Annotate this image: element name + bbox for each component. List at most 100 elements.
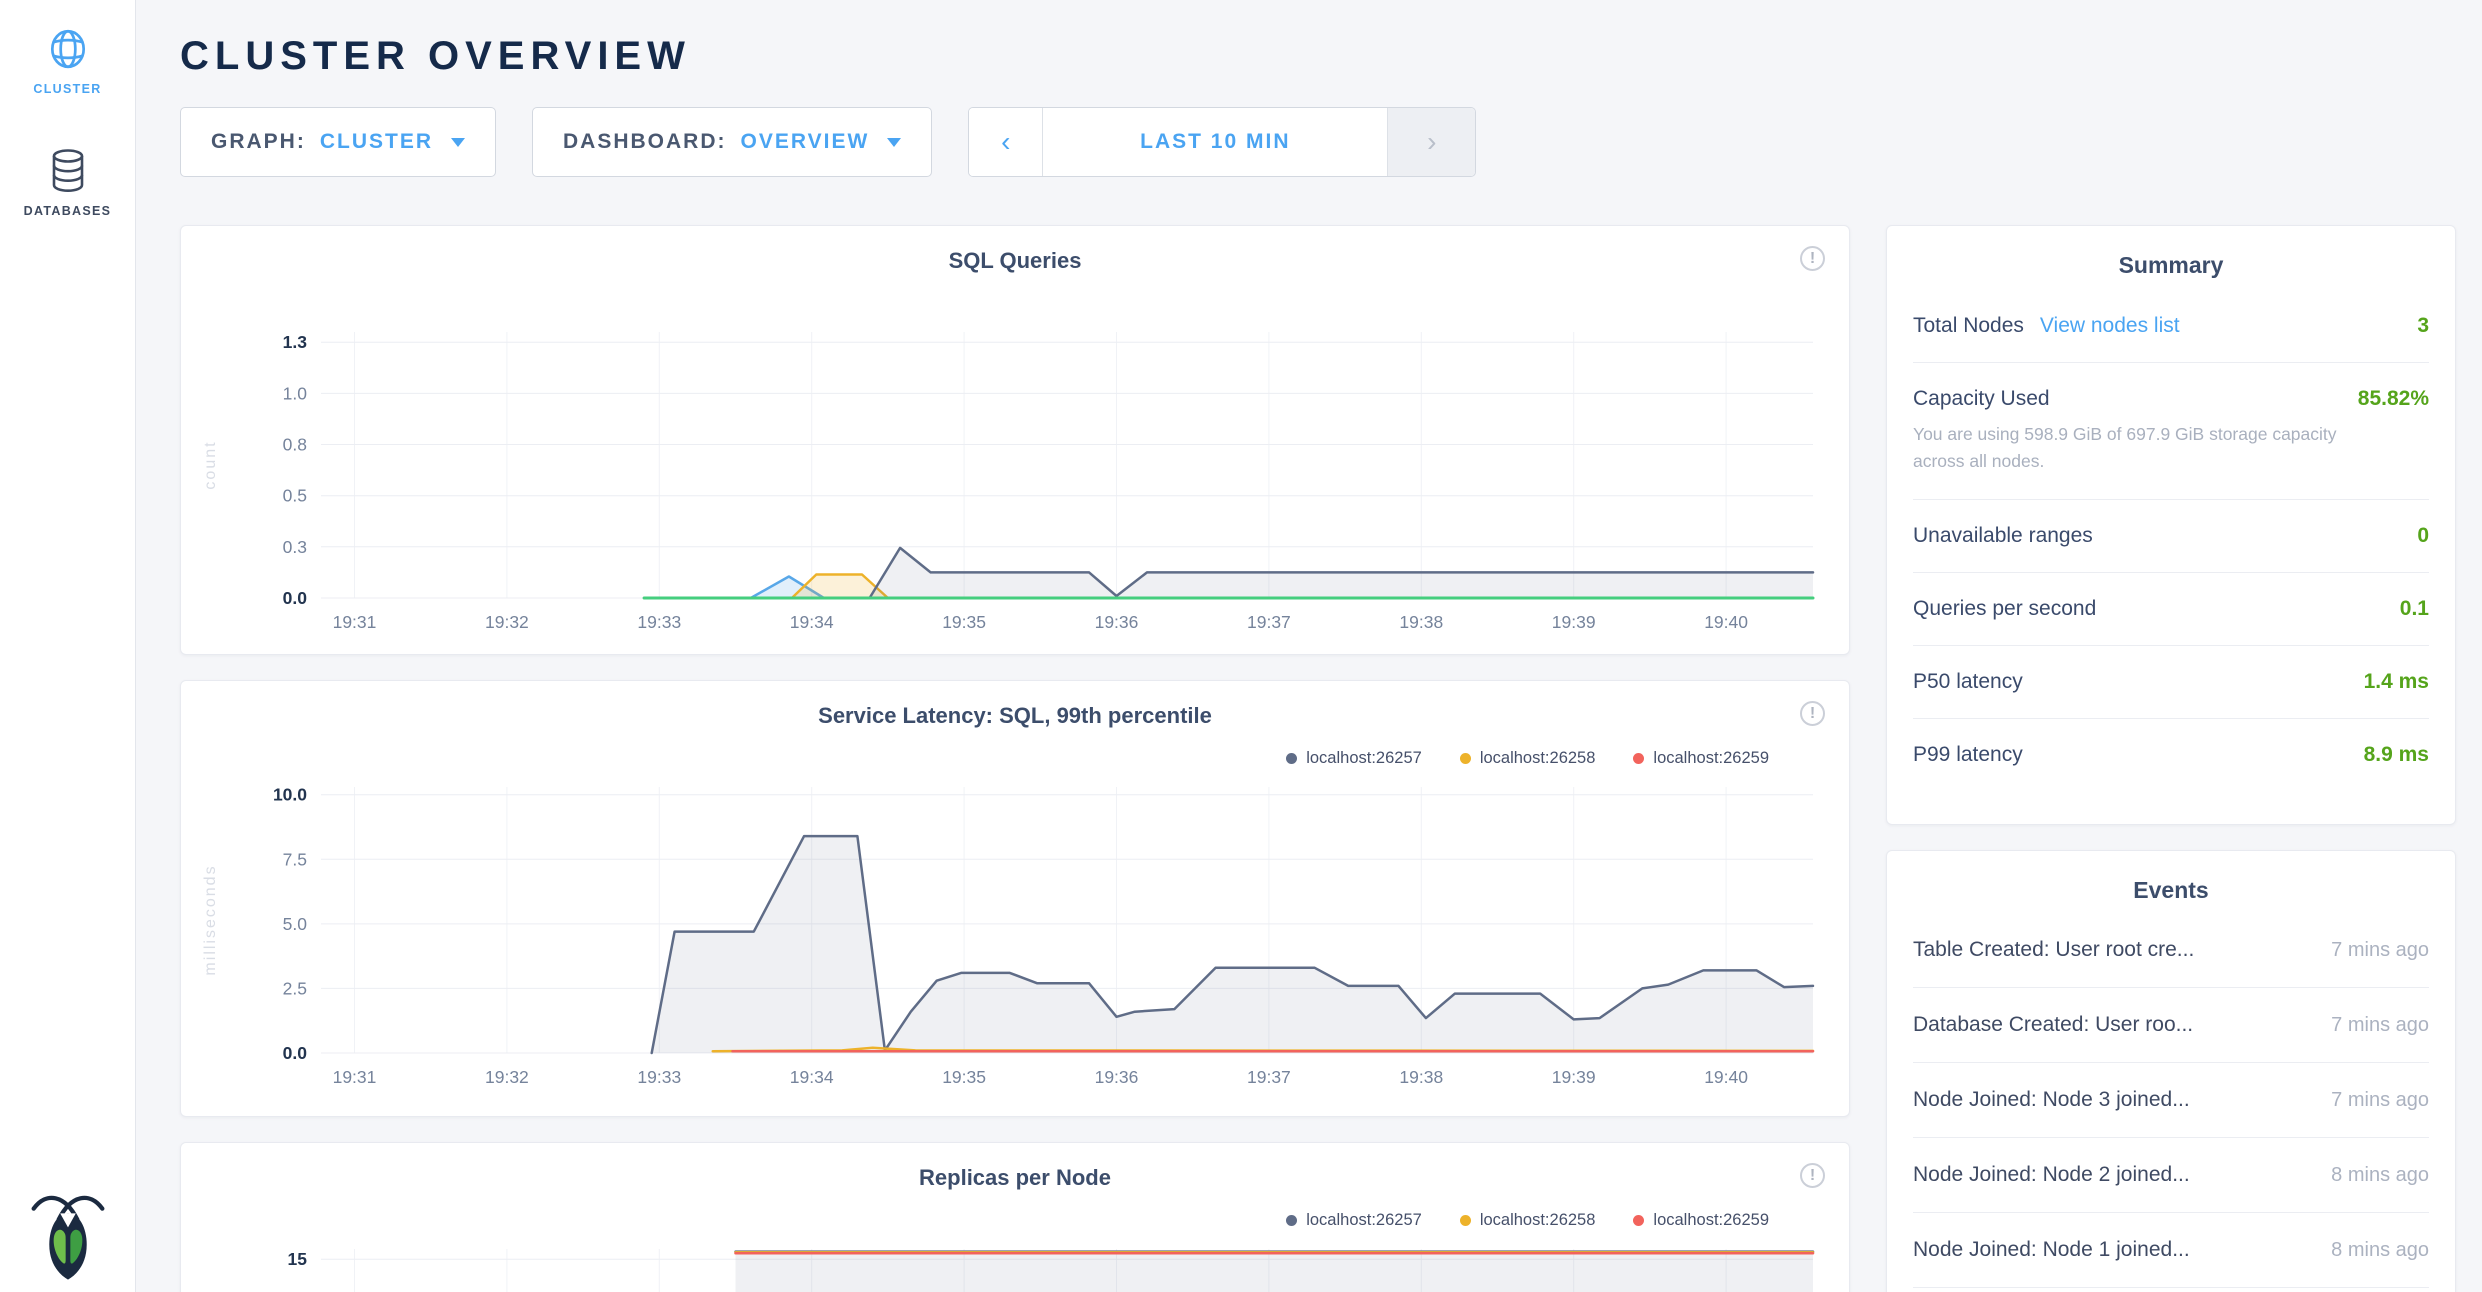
svg-text:19:35: 19:35 bbox=[942, 1067, 986, 1087]
event-text: Database Created: User roo... bbox=[1913, 1013, 2193, 1037]
svg-text:milliseconds: milliseconds bbox=[202, 864, 219, 975]
event-row[interactable]: Node Joined: Node 2 joined...8 mins ago bbox=[1913, 1138, 2429, 1213]
svg-text:19:36: 19:36 bbox=[1095, 612, 1139, 632]
legend-label: localhost:26257 bbox=[1306, 749, 1422, 768]
event-timestamp: 7 mins ago bbox=[2331, 939, 2429, 962]
event-text: Node Joined: Node 2 joined... bbox=[1913, 1163, 2190, 1187]
cluster-overview-page: CLUSTER DATABASES bbox=[0, 0, 2482, 1292]
cockroach-bug-icon bbox=[29, 1185, 107, 1283]
summary-row: Queries per second0.1 bbox=[1913, 572, 2429, 645]
legend-item[interactable]: localhost:26257 bbox=[1286, 1211, 1422, 1230]
svg-text:0.3: 0.3 bbox=[283, 537, 307, 557]
svg-text:1.0: 1.0 bbox=[283, 383, 308, 403]
svg-text:19:36: 19:36 bbox=[1095, 1067, 1139, 1087]
view-nodes-link[interactable]: View nodes list bbox=[2040, 314, 2180, 338]
globe-icon bbox=[45, 26, 91, 72]
time-range-prev-button[interactable]: ‹ bbox=[969, 108, 1043, 176]
summary-label: P50 latency bbox=[1913, 670, 2023, 694]
chart-legend: localhost:26257 localhost:26258 localhost:… bbox=[181, 737, 1849, 779]
legend-dot bbox=[1633, 753, 1644, 764]
page-title: CLUSTER OVERVIEW bbox=[180, 34, 2456, 79]
summary-label: P99 latency bbox=[1913, 743, 2023, 767]
svg-text:19:33: 19:33 bbox=[637, 1067, 681, 1087]
svg-text:19:34: 19:34 bbox=[790, 612, 834, 632]
summary-value: 1.4 ms bbox=[2364, 670, 2429, 694]
dashboard-content: SQL Queries ! 19:3119:3219:3319:3419:351… bbox=[180, 225, 2456, 1292]
events-rows: Table Created: User root cre...7 mins ag… bbox=[1913, 913, 2429, 1288]
time-range-next-button[interactable]: › bbox=[1387, 108, 1475, 176]
legend-dot bbox=[1633, 1215, 1644, 1226]
legend-item[interactable]: localhost:26259 bbox=[1633, 1211, 1769, 1230]
svg-text:19:31: 19:31 bbox=[333, 612, 377, 632]
graph-dropdown-value: CLUSTER bbox=[320, 130, 433, 154]
main-content: CLUSTER OVERVIEW GRAPH: CLUSTER DASHBOAR… bbox=[136, 0, 2482, 1292]
sidebar: CLUSTER DATABASES bbox=[0, 0, 136, 1292]
summary-title: Summary bbox=[1913, 226, 2429, 278]
event-timestamp: 7 mins ago bbox=[2331, 1014, 2429, 1037]
chart-card-service-latency: Service Latency: SQL, 99th percentile ! … bbox=[180, 680, 1850, 1117]
chart-title: SQL Queries bbox=[949, 248, 1082, 273]
summary-label: Total Nodes bbox=[1913, 314, 2024, 338]
cockroachdb-logo bbox=[29, 1185, 107, 1288]
chart-title: Replicas per Node bbox=[919, 1165, 1111, 1190]
legend-item[interactable]: localhost:26257 bbox=[1286, 749, 1422, 768]
toolbar: GRAPH: CLUSTER DASHBOARD: OVERVIEW ‹ LAS… bbox=[180, 107, 2456, 177]
events-panel: Events Table Created: User root cre...7 … bbox=[1886, 850, 2456, 1292]
service-latency-chart[interactable]: 19:3119:3219:3319:3419:3519:3619:3719:38… bbox=[191, 779, 1839, 1097]
legend-label: localhost:26259 bbox=[1653, 749, 1769, 768]
svg-text:19:38: 19:38 bbox=[1399, 612, 1443, 632]
dashboard-dropdown-value: OVERVIEW bbox=[741, 130, 870, 154]
event-text: Node Joined: Node 3 joined... bbox=[1913, 1088, 2190, 1112]
legend-dot bbox=[1460, 1215, 1471, 1226]
info-icon[interactable]: ! bbox=[1800, 701, 1825, 726]
chevron-down-icon bbox=[887, 138, 901, 147]
graph-dropdown[interactable]: GRAPH: CLUSTER bbox=[180, 107, 496, 177]
info-icon[interactable]: ! bbox=[1800, 1163, 1825, 1188]
legend-label: localhost:26257 bbox=[1306, 1211, 1422, 1230]
summary-panel: Summary Total NodesView nodes list3Capac… bbox=[1886, 225, 2456, 825]
svg-text:15: 15 bbox=[288, 1249, 308, 1269]
event-timestamp: 8 mins ago bbox=[2331, 1239, 2429, 1262]
charts-column: SQL Queries ! 19:3119:3219:3319:3419:351… bbox=[180, 225, 1850, 1292]
svg-text:19:40: 19:40 bbox=[1704, 1067, 1748, 1087]
sidebar-item-cluster[interactable]: CLUSTER bbox=[0, 0, 135, 96]
replicas-per-node-chart[interactable]: 19:3119:3219:3319:3419:3519:3619:3719:38… bbox=[191, 1241, 1839, 1292]
info-icon[interactable]: ! bbox=[1800, 246, 1825, 271]
svg-text:0.5: 0.5 bbox=[283, 486, 307, 506]
dashboard-dropdown[interactable]: DASHBOARD: OVERVIEW bbox=[532, 107, 932, 177]
svg-text:19:39: 19:39 bbox=[1552, 1067, 1596, 1087]
graph-dropdown-label: GRAPH: bbox=[211, 130, 306, 154]
summary-label: Unavailable ranges bbox=[1913, 524, 2093, 548]
summary-rows: Total NodesView nodes list3Capacity Used… bbox=[1913, 290, 2429, 791]
sidebar-item-databases[interactable]: DATABASES bbox=[0, 96, 135, 218]
event-row[interactable]: Node Joined: Node 3 joined... 7 mins ago bbox=[1913, 1063, 2429, 1138]
sql-queries-chart[interactable]: 19:3119:3219:3319:3419:3519:3619:3719:38… bbox=[191, 324, 1839, 642]
chevron-down-icon bbox=[451, 138, 465, 147]
database-icon bbox=[48, 148, 88, 194]
summary-value: 0 bbox=[2417, 524, 2429, 548]
summary-row: P99 latency8.9 ms bbox=[1913, 718, 2429, 791]
summary-value: 85.82% bbox=[2358, 387, 2429, 411]
svg-text:19:35: 19:35 bbox=[942, 612, 986, 632]
legend-dot bbox=[1286, 1215, 1297, 1226]
svg-text:0.0: 0.0 bbox=[283, 1043, 308, 1063]
svg-text:19:33: 19:33 bbox=[637, 612, 681, 632]
summary-row: Total NodesView nodes list3 bbox=[1913, 290, 2429, 362]
legend-item[interactable]: localhost:26258 bbox=[1460, 749, 1596, 768]
summary-label: Queries per second bbox=[1913, 597, 2096, 621]
event-row[interactable]: Node Joined: Node 1 joined...8 mins ago bbox=[1913, 1213, 2429, 1288]
time-range-label[interactable]: LAST 10 MIN bbox=[1043, 108, 1387, 176]
event-timestamp: 7 mins ago bbox=[2331, 1089, 2429, 1112]
event-row[interactable]: Database Created: User roo... 7 mins ago bbox=[1913, 988, 2429, 1063]
svg-text:19:37: 19:37 bbox=[1247, 612, 1291, 632]
legend-dot bbox=[1460, 753, 1471, 764]
svg-text:19:32: 19:32 bbox=[485, 1067, 529, 1087]
event-row[interactable]: Table Created: User root cre...7 mins ag… bbox=[1913, 913, 2429, 988]
svg-text:1.3: 1.3 bbox=[283, 332, 308, 352]
legend-item[interactable]: localhost:26258 bbox=[1460, 1211, 1596, 1230]
svg-text:19:31: 19:31 bbox=[333, 1067, 377, 1087]
svg-text:7.5: 7.5 bbox=[283, 849, 307, 869]
summary-row: Unavailable ranges 0 bbox=[1913, 499, 2429, 572]
legend-item[interactable]: localhost:26259 bbox=[1633, 749, 1769, 768]
summary-caption: You are using 598.9 GiB of 697.9 GiB sto… bbox=[1913, 421, 2353, 475]
